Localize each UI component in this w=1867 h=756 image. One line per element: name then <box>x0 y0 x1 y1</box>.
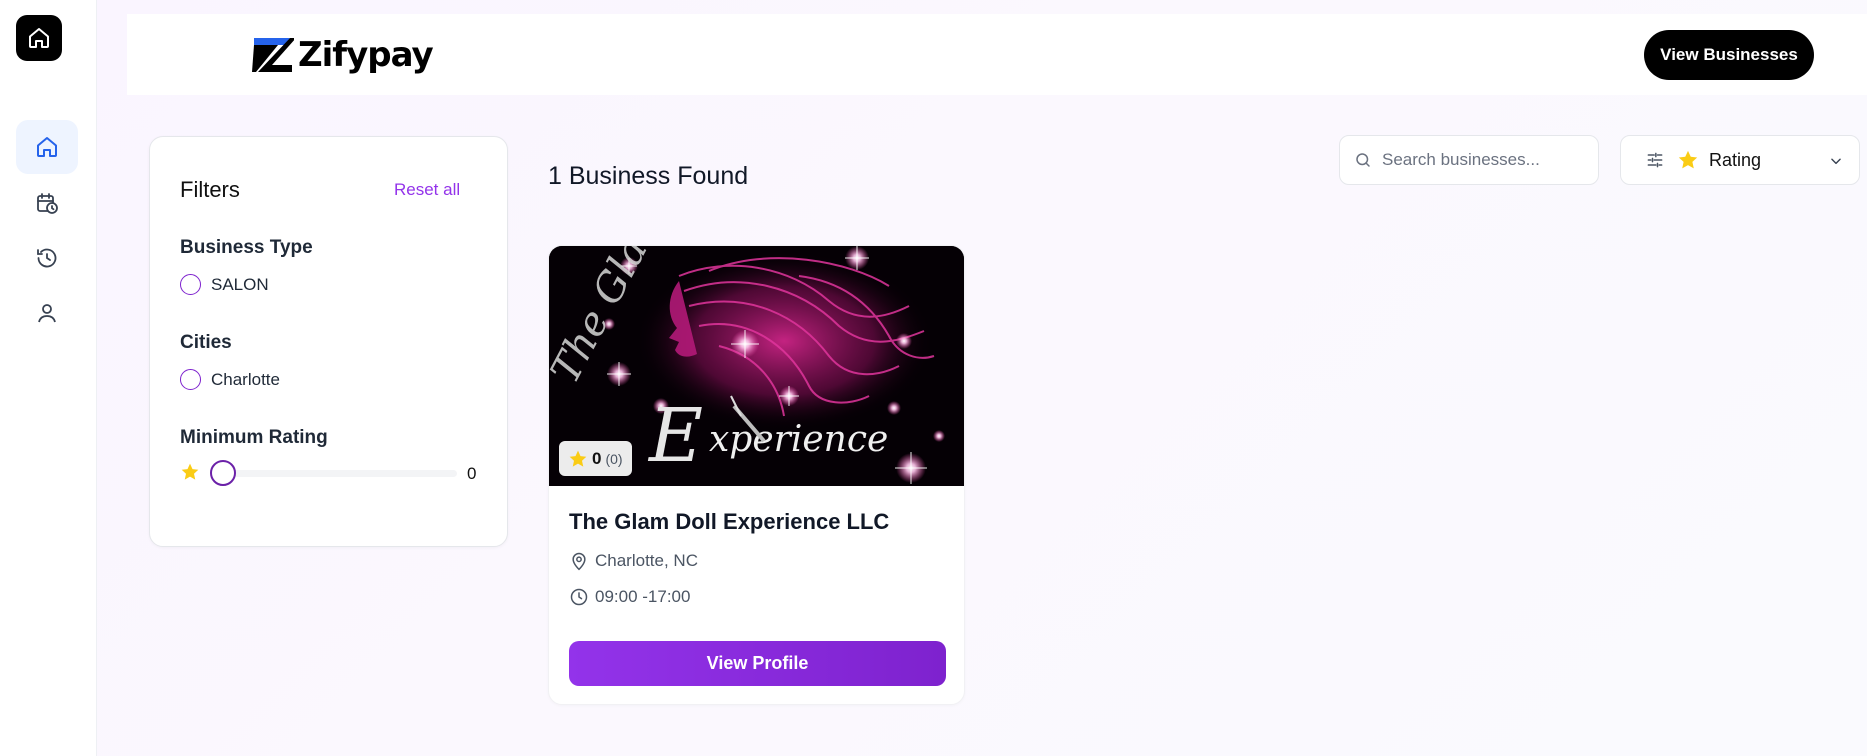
filters-panel: Filters Reset all Business Type SALON Ci… <box>149 136 508 547</box>
business-type-option-salon[interactable]: SALON <box>180 274 269 295</box>
sliders-icon <box>1647 152 1663 168</box>
sort-dropdown[interactable]: Rating <box>1620 135 1860 185</box>
minimum-rating-slider[interactable]: 0 <box>180 459 480 487</box>
slider-value: 0 <box>467 464 477 483</box>
nav-home[interactable] <box>16 120 78 174</box>
side-rail <box>0 0 97 756</box>
filters-title: Filters <box>180 177 240 202</box>
home-icon <box>29 28 49 48</box>
rating-badge: 0 (0) <box>559 441 632 476</box>
business-hours: 09:00 -17:00 <box>569 587 690 607</box>
cities-title: Cities <box>180 332 232 353</box>
top-bar: Zifypay View Businesses <box>127 14 1867 95</box>
radio-label: Charlotte <box>211 369 280 389</box>
star-icon <box>569 450 587 467</box>
map-pin-icon <box>572 552 586 571</box>
app-home-logo[interactable] <box>16 15 62 61</box>
brand-logo[interactable]: Zifypay <box>252 32 434 78</box>
nav-history[interactable] <box>16 231 78 285</box>
zifypay-logo-icon <box>252 38 294 72</box>
nav-profile[interactable] <box>16 286 78 340</box>
business-type-title: Business Type <box>180 237 313 258</box>
sort-label: Rating <box>1709 149 1762 170</box>
reset-all-link[interactable]: Reset all <box>394 180 460 200</box>
radio-label: SALON <box>211 274 269 294</box>
home-icon <box>37 137 57 157</box>
location-text: Charlotte, NC <box>595 551 698 570</box>
calendar-clock-icon <box>37 193 58 214</box>
rating-score: 0 <box>592 448 602 468</box>
svg-text:E: E <box>647 393 703 479</box>
search-icon <box>1356 153 1370 167</box>
minimum-rating-title: Minimum Rating <box>180 427 328 448</box>
brand-name: Zifypay <box>298 35 434 75</box>
nav-appointments[interactable] <box>16 176 78 230</box>
user-icon <box>38 304 56 323</box>
clock-icon <box>570 588 588 606</box>
review-count: (0) <box>605 450 623 467</box>
slider-track[interactable] <box>225 470 457 477</box>
business-card[interactable]: The Glam E xperience 0 (0) The Glam Doll… <box>548 245 965 705</box>
chevron-down-icon <box>1831 158 1841 165</box>
star-icon <box>181 463 199 480</box>
radio-button[interactable] <box>180 274 201 295</box>
search-input[interactable] <box>1382 150 1582 170</box>
search-box[interactable] <box>1339 135 1599 185</box>
star-icon <box>1678 150 1698 169</box>
business-location: Charlotte, NC <box>569 551 698 571</box>
view-businesses-button[interactable]: View Businesses <box>1644 30 1814 80</box>
slider-thumb[interactable] <box>210 460 236 486</box>
city-option-charlotte[interactable]: Charlotte <box>180 369 280 390</box>
business-image: The Glam E xperience 0 (0) <box>549 246 964 486</box>
radio-button[interactable] <box>180 369 201 390</box>
results-count-heading: 1 Business Found <box>548 162 749 190</box>
business-name: The Glam Doll Experience LLC <box>569 509 890 534</box>
hours-text: 09:00 -17:00 <box>595 587 691 606</box>
svg-text:xperience: xperience <box>709 419 888 460</box>
history-icon <box>37 248 57 268</box>
main-area: Zifypay View Businesses Filters Reset al… <box>97 0 1867 756</box>
view-profile-button[interactable]: View Profile <box>569 641 946 686</box>
